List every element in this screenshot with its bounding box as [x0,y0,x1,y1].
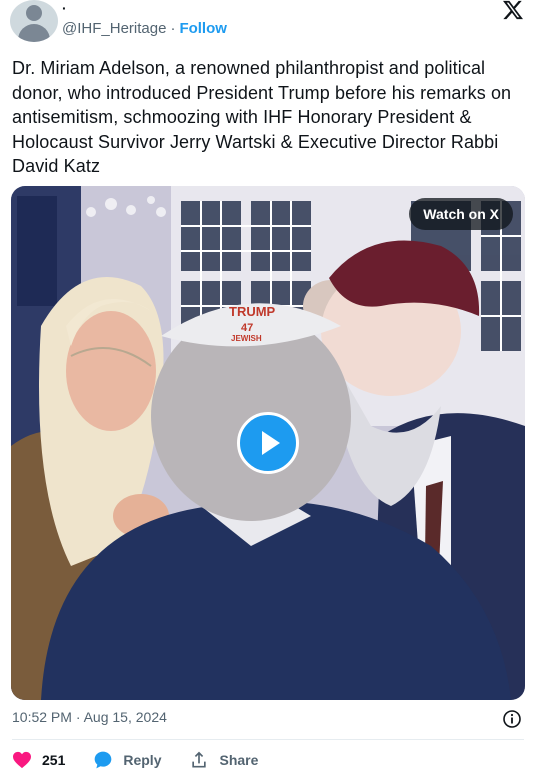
kippah-text-jewish: JEWISH [231,334,262,343]
kippah-text-trump: TRUMP [229,304,276,319]
tweet-text: Dr. Miriam Adelson, a renowned philanthr… [12,58,512,176]
share-button[interactable]: Share [189,750,258,770]
divider [12,739,524,740]
reply-label: Reply [123,752,162,768]
avatar[interactable] [10,0,58,42]
share-label: Share [219,752,259,768]
follow-button[interactable]: Follow [179,20,227,37]
reply-bubble-icon [95,751,112,769]
user-handle[interactable]: @IHF_Heritage [62,20,166,37]
display-name[interactable]: · [62,0,67,16]
info-icon[interactable] [502,709,522,729]
like-count: 251 [42,752,66,768]
avatar-head-shape [26,5,42,21]
video-player[interactable]: TRUMP 47 JEWISH Watch on X [11,186,525,700]
watch-on-x-button[interactable]: Watch on X [409,198,513,230]
share-icon [192,751,207,768]
handle-line: @IHF_Heritage · Follow [62,20,227,37]
tweet-header: · @IHF_Heritage · Follow [0,0,536,50]
like-button[interactable]: 251 [12,751,65,769]
tweet-timestamp[interactable]: 10:52 PM · Aug 15, 2024 [12,709,167,725]
tweet-actions: 251 Reply Share [12,748,286,772]
heart-icon [13,751,31,769]
play-button[interactable] [237,412,299,474]
play-icon [262,431,280,455]
kippah-text-47: 47 [241,322,253,334]
handle-separator: · [170,20,176,37]
avatar-shoulders-shape [18,24,50,42]
x-logo-icon[interactable] [502,0,524,20]
reply-button[interactable]: Reply [93,750,161,770]
